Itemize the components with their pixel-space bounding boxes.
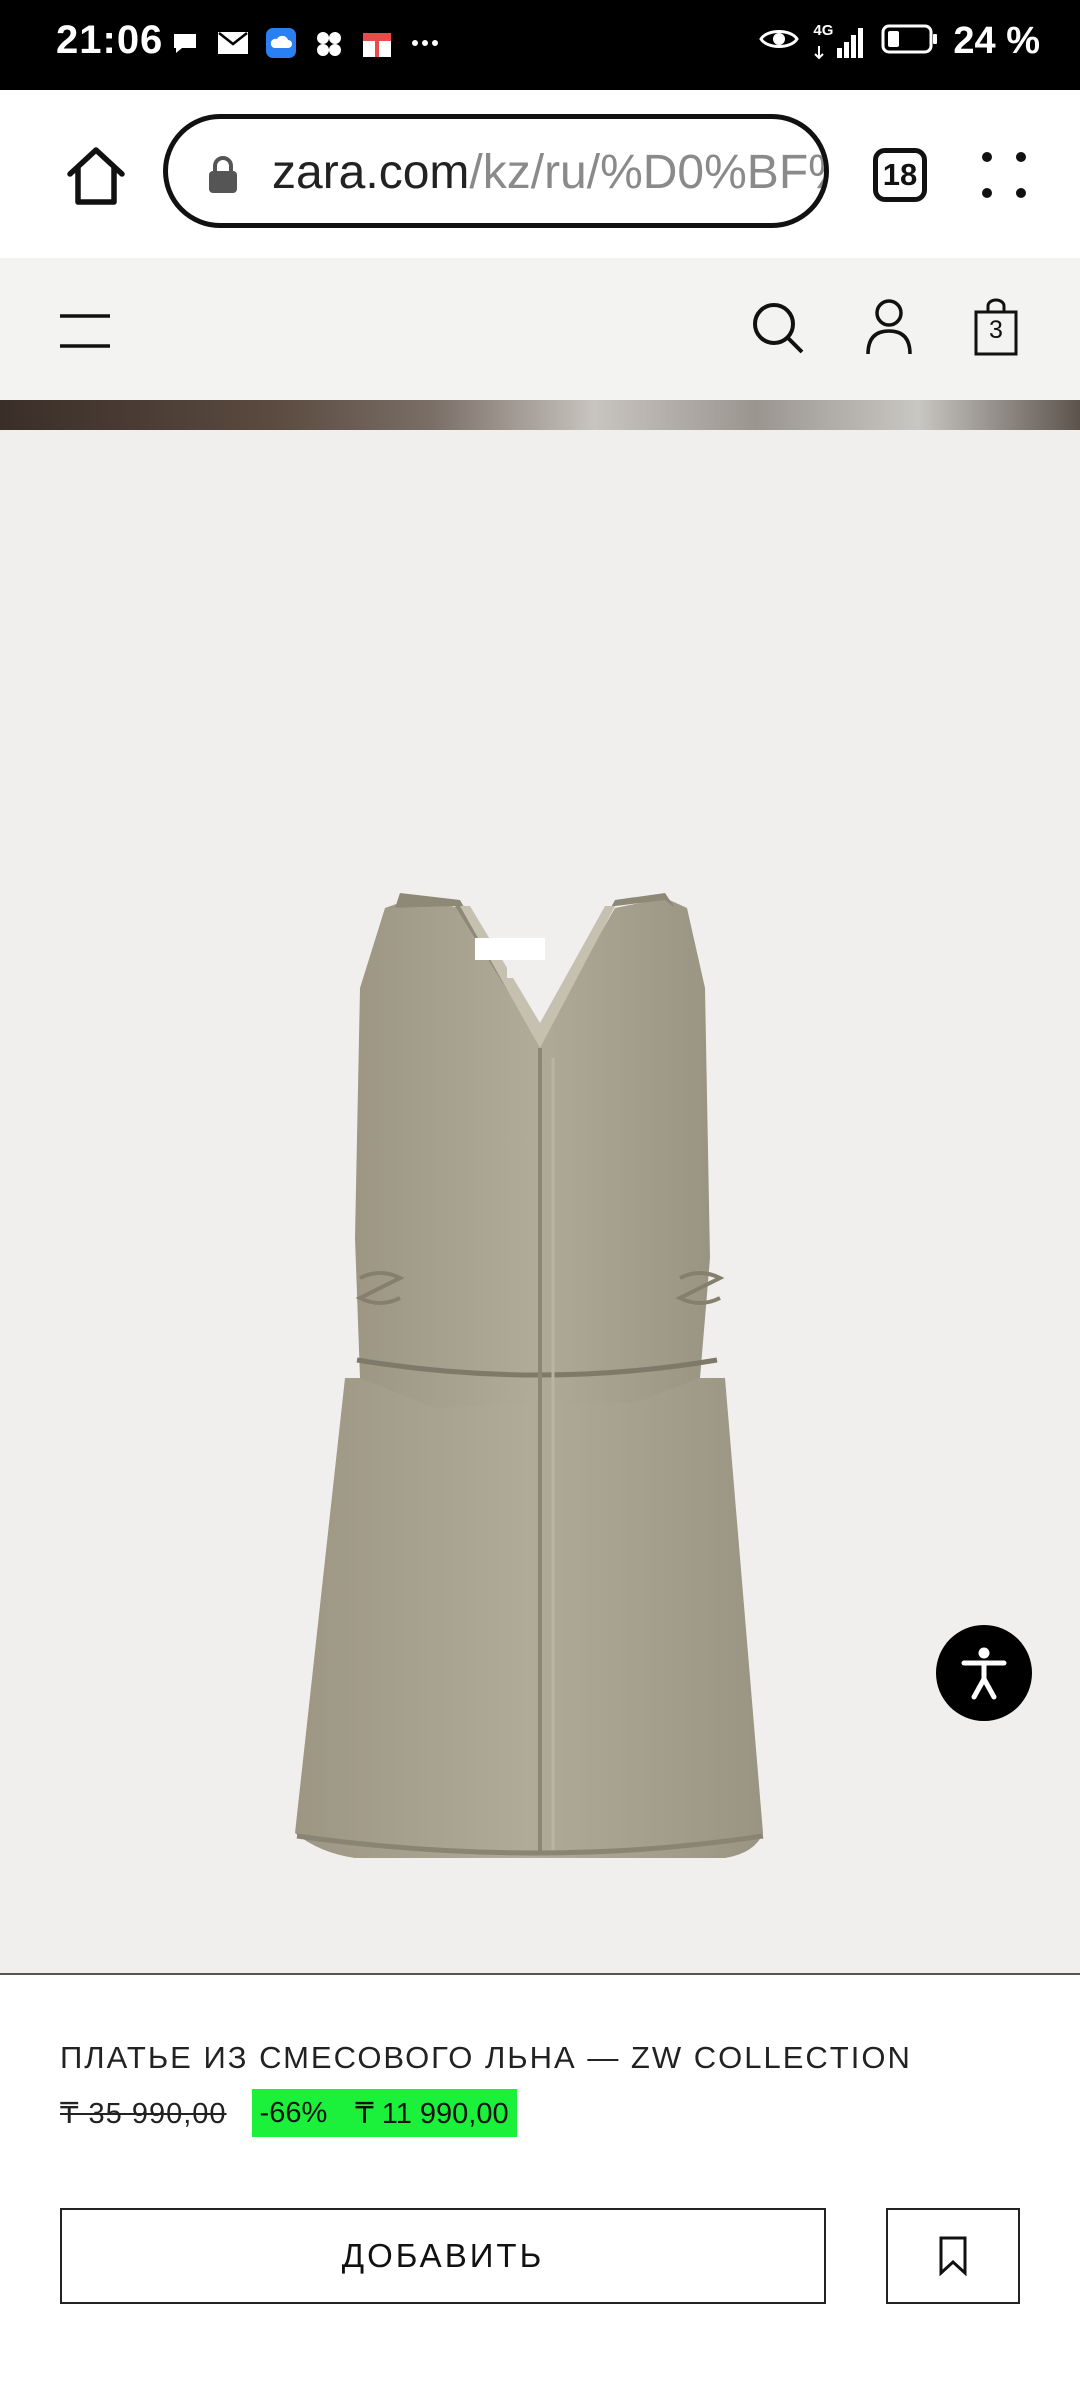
previous-image-strip (0, 400, 1080, 430)
divider (0, 1973, 1080, 1975)
status-right: 4G 24 % (759, 20, 1040, 63)
cloud-app-icon (264, 26, 298, 60)
cart-count: 3 (989, 316, 1003, 344)
signal-icon: 4G (813, 22, 867, 62)
bookmark-button[interactable] (886, 2208, 1020, 2304)
product-title: ПЛАТЬЕ ИЗ СМЕСОВОГО ЛЬНА — ZW COLLECTION (60, 2040, 912, 2075)
user-icon (866, 299, 912, 355)
home-button[interactable] (60, 140, 132, 212)
address-bar[interactable]: zara.com/kz/ru/%D0%BF% (163, 114, 829, 228)
gift-app-icon (360, 26, 394, 60)
home-icon (67, 147, 125, 205)
accessibility-icon (961, 1647, 1007, 1700)
discount-percent: -66% (259, 2096, 328, 2129)
accessibility-button[interactable] (936, 1625, 1032, 1721)
bookmark-icon (939, 2236, 967, 2276)
lock-icon (209, 156, 237, 193)
status-time: 21:06 (56, 18, 164, 62)
battery-icon (881, 23, 939, 60)
status-bar: 21:06 4G 24 % (0, 0, 1080, 90)
dots-app-icon (312, 26, 346, 60)
dress-image (295, 893, 764, 1858)
menu-dots-icon (982, 152, 1026, 198)
old-price: ₸ 35 990,00 (60, 2097, 227, 2130)
chat-icon (168, 26, 202, 60)
hamburger-icon (60, 314, 110, 348)
tab-switcher-button[interactable]: 18 (873, 148, 927, 202)
menu-button[interactable] (58, 310, 112, 352)
battery-percent: 24 % (953, 20, 1040, 62)
new-price: ₸ 11 990,00 (355, 2097, 509, 2130)
product-image[interactable] (0, 258, 1080, 1973)
add-to-cart-button[interactable]: ДОБАВИТЬ (60, 2208, 826, 2304)
search-icon (753, 303, 804, 354)
url-text: zara.com/kz/ru/%D0%BF% (272, 145, 829, 200)
sale-price-badge: -66% ₸ 11 990,00 (251, 2089, 517, 2137)
notification-icons (168, 26, 442, 60)
account-button[interactable] (864, 298, 914, 356)
browser-menu-button[interactable] (980, 150, 1028, 200)
url-domain: zara.com (272, 146, 470, 199)
search-button[interactable] (750, 300, 806, 356)
eye-icon (759, 24, 800, 59)
more-notifications-icon (408, 26, 442, 60)
url-path: /kz/ru/%D0%BF% (469, 146, 829, 199)
browser-toolbar: zara.com/kz/ru/%D0%BF% 18 (0, 90, 1080, 258)
price-row: ₸ 35 990,00 -66% ₸ 11 990,00 (60, 2089, 517, 2137)
site-header: 3 (0, 258, 1080, 403)
mail-icon (216, 26, 250, 60)
